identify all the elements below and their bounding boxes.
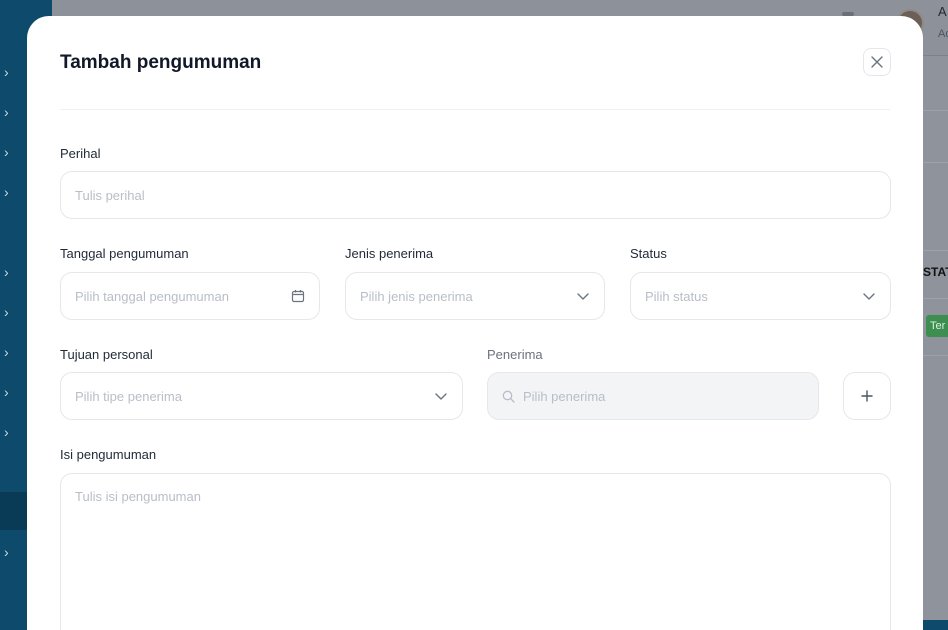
close-button[interactable] <box>863 48 891 76</box>
background-divider <box>923 298 948 299</box>
status-label: Status <box>630 246 667 261</box>
background-bottom-bar <box>923 620 948 630</box>
chevron-down-icon <box>862 289 876 303</box>
background-column-header: STAT <box>923 265 948 279</box>
background-table-edge <box>923 55 948 630</box>
chevron-right-icon: › <box>4 144 9 160</box>
modal-title: Tambah pengumuman <box>60 52 262 73</box>
chevron-right-icon: › <box>4 384 9 400</box>
background-divider <box>923 250 948 251</box>
status-placeholder: Pilih status <box>645 288 708 304</box>
chevron-down-icon <box>434 389 448 403</box>
background-divider <box>923 355 948 356</box>
penerima-search-input[interactable]: Pilih penerima <box>487 372 819 420</box>
chevron-right-icon: › <box>4 544 9 560</box>
chevron-right-icon: › <box>4 424 9 440</box>
chevron-right-icon: › <box>4 344 9 360</box>
tanggal-label: Tanggal pengumuman <box>60 246 189 261</box>
search-icon <box>502 390 515 403</box>
add-recipient-button[interactable] <box>843 372 891 420</box>
chevron-right-icon: › <box>4 184 9 200</box>
announcement-modal: Tambah pengumuman Perihal Tulis perihal … <box>27 16 923 630</box>
background-status-tag: Ter <box>926 315 948 337</box>
isi-placeholder: Tulis isi pengumuman <box>75 489 201 504</box>
close-icon <box>871 56 883 68</box>
background-divider <box>923 162 948 163</box>
tanggal-placeholder: Pilih tanggal pengumuman <box>75 288 229 304</box>
isi-label: Isi pengumuman <box>60 447 157 462</box>
background-user-name: A <box>938 4 947 19</box>
chevron-right-icon: › <box>4 104 9 120</box>
tujuan-select[interactable]: Pilih tipe penerima <box>60 372 463 420</box>
isi-textarea[interactable]: Tulis isi pengumuman <box>60 473 891 630</box>
perihal-placeholder: Tulis perihal <box>75 187 145 203</box>
penerima-label: Penerima <box>487 347 543 362</box>
perihal-label: Perihal <box>60 146 101 161</box>
tujuan-label: Tujuan personal <box>60 347 153 362</box>
calendar-icon <box>291 289 305 303</box>
tujuan-placeholder: Pilih tipe penerima <box>75 388 182 404</box>
jenis-select[interactable]: Pilih jenis penerima <box>345 272 605 320</box>
tanggal-input[interactable]: Pilih tanggal pengumuman <box>60 272 320 320</box>
header-divider <box>60 109 890 110</box>
penerima-placeholder: Pilih penerima <box>523 388 606 404</box>
status-select[interactable]: Pilih status <box>630 272 891 320</box>
background-user-role: Ad <box>938 28 948 40</box>
background-divider <box>923 110 948 111</box>
jenis-placeholder: Pilih jenis penerima <box>360 288 473 304</box>
plus-icon <box>861 390 873 402</box>
chevron-down-icon <box>576 289 590 303</box>
chevron-right-icon: › <box>4 64 9 80</box>
jenis-label: Jenis penerima <box>345 246 434 261</box>
chevron-right-icon: › <box>4 304 9 320</box>
chevron-right-icon: › <box>4 264 9 280</box>
perihal-input[interactable]: Tulis perihal <box>60 171 891 219</box>
